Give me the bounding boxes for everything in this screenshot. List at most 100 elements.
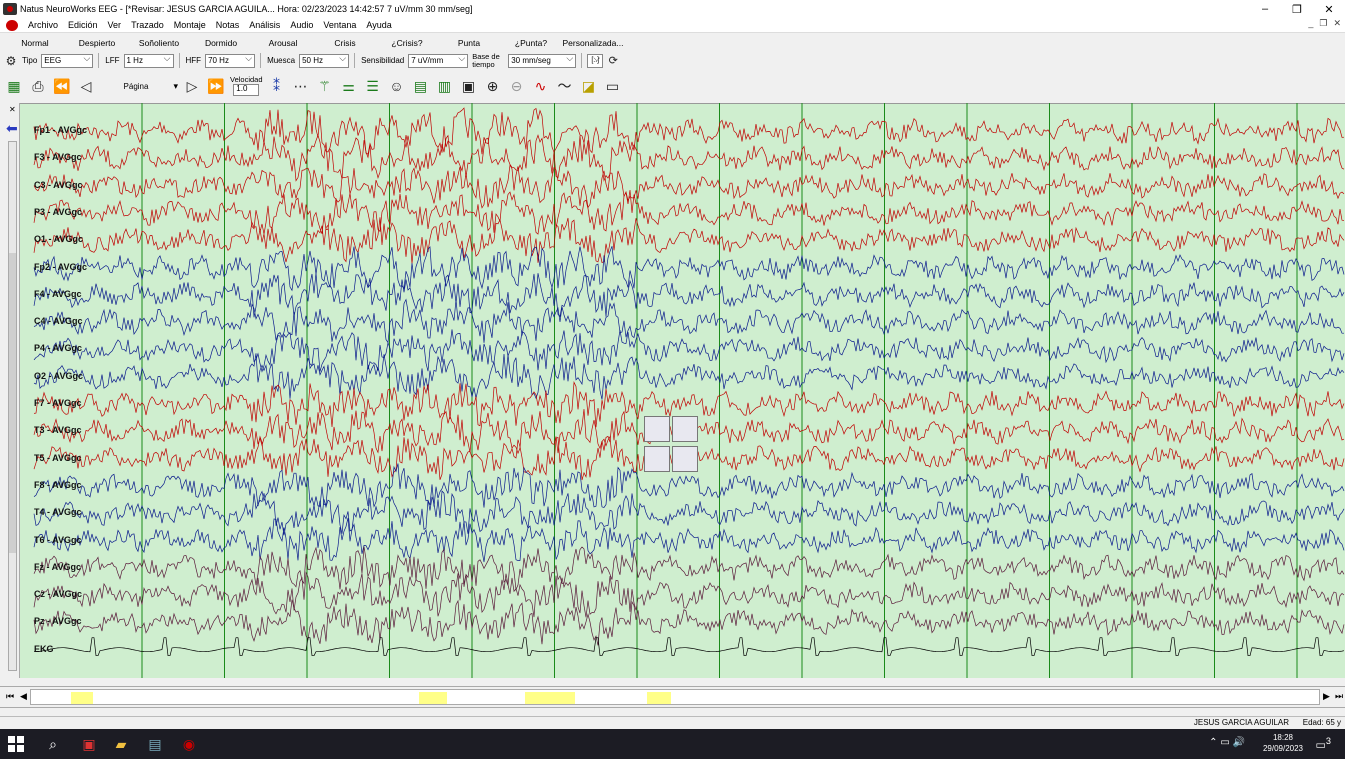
menu-ver[interactable]: Ver <box>103 20 127 30</box>
window-controls: – ❐ ✕ <box>1249 0 1345 18</box>
tipo-select[interactable]: EEG <box>41 53 94 68</box>
menu-edicion[interactable]: Edición <box>63 20 103 30</box>
velocidad-input[interactable]: 1.0 <box>233 84 260 96</box>
velocidad-label: Velocidad <box>230 75 263 84</box>
title-bar: Natus NeuroWorks EEG - [*Revisar: JESUS … <box>0 0 1345 18</box>
forward-fast-icon[interactable]: ⏩ <box>206 76 226 96</box>
wave-measure-icon[interactable]: ∿ <box>531 76 551 96</box>
timeline-end-icon[interactable]: ⏭ <box>1335 691 1343 702</box>
video-camera-icon[interactable]: ⎙ <box>28 76 48 96</box>
sensibilidad-select[interactable]: 7 uV/mm <box>408 53 469 68</box>
system-tray-icons[interactable]: ⌃ ▭ 🔊 <box>1209 737 1245 748</box>
window-title: Natus NeuroWorks EEG - [*Revisar: JESUS … <box>20 4 473 14</box>
chart-icon[interactable] <box>672 416 698 442</box>
rewind-fast-icon[interactable]: ⏪ <box>52 76 72 96</box>
eeg-trace <box>33 134 1345 182</box>
document-icon[interactable] <box>6 19 18 31</box>
preset-crisis-q[interactable]: ¿Crisis? <box>376 38 438 48</box>
refresh-icon[interactable]: ⟳ <box>606 54 620 68</box>
trace-view-icon[interactable]: ☰ <box>363 76 383 96</box>
eeg-trace <box>33 329 1345 373</box>
close-button[interactable]: ✕ <box>1313 0 1345 18</box>
settings-gear-icon[interactable]: ⚙ <box>4 54 18 68</box>
spectrum-icon[interactable]: ▤ <box>411 76 431 96</box>
menu-trazado[interactable]: Trazado <box>126 20 169 30</box>
menu-montaje[interactable]: Montaje <box>169 20 211 30</box>
lff-select[interactable]: 1 Hz <box>123 53 174 68</box>
eeg-trace <box>33 217 1345 264</box>
minimize-button[interactable]: – <box>1249 0 1281 18</box>
menu-audio[interactable]: Audio <box>285 20 318 30</box>
person-icon[interactable]: ☺ <box>387 76 407 96</box>
image-icon[interactable] <box>644 446 670 472</box>
muesca-select[interactable]: 50 Hz <box>299 53 350 68</box>
forward-page-icon[interactable]: ▷ <box>182 76 202 96</box>
wave-cursor-icon[interactable]: 〜 <box>555 76 575 96</box>
zoom-in-icon[interactable]: ⊕ <box>483 76 503 96</box>
restore-button[interactable]: ❐ <box>1281 0 1313 18</box>
menu-ayuda[interactable]: Ayuda <box>361 20 396 30</box>
folder-icon[interactable]: ▰ <box>112 735 130 753</box>
back-arrow-icon[interactable]: ⬅ <box>6 121 19 135</box>
monitor-icon[interactable]: ▭ <box>603 76 623 96</box>
preset-sonoliento[interactable]: Soñoliento <box>128 38 190 48</box>
rewind-page-icon[interactable]: ◁ <box>76 76 96 96</box>
timeline-next-icon[interactable]: ▶ <box>1323 691 1330 702</box>
window-icon[interactable]: ▤ <box>146 735 164 753</box>
preset-arousal[interactable]: Arousal <box>252 38 314 48</box>
timeline-event[interactable] <box>71 692 93 704</box>
base-tiempo-select[interactable]: 30 mm/seg <box>508 53 577 68</box>
montage-editor-icon[interactable]: ⚚ <box>315 76 335 96</box>
timeline-event[interactable] <box>525 692 575 704</box>
menu-notas[interactable]: Notas <box>211 20 245 30</box>
montage-grid-icon[interactable]: ▦ <box>4 76 24 96</box>
zoom-out-icon[interactable]: ⊖ <box>507 76 527 96</box>
eeg-trace <box>33 546 1345 591</box>
notification-icon[interactable]: ▭3 <box>1316 736 1332 752</box>
mdi-close-button[interactable]: ✕ <box>1333 18 1341 29</box>
timeline-event[interactable] <box>647 692 671 704</box>
mdi-minimize-button[interactable]: _ <box>1308 18 1313 29</box>
menu-bar: Archivo Edición Ver Trazado Montaje Nota… <box>0 18 1345 33</box>
base-tiempo-label: Base de tiempo <box>472 51 500 69</box>
patient-age: Edad: 65 y <box>1302 718 1341 727</box>
app-icon[interactable]: ▣ <box>80 735 98 753</box>
page-select[interactable]: Página <box>100 78 178 94</box>
bracket-button[interactable]: [..] <box>587 53 604 68</box>
search-icon[interactable]: ⌕ <box>44 735 62 753</box>
timeline-start-icon[interactable]: ⏮ <box>6 691 14 702</box>
scrollbar-thumb[interactable] <box>9 253 16 553</box>
neuroworks-icon[interactable]: ◉ <box>180 735 198 753</box>
timeline-bar: ⏮ ◀ ▶ ⏭ <box>0 686 1345 708</box>
channel-scroll-strip: ✕ ⬅ <box>4 103 20 678</box>
calendar-icon[interactable] <box>644 416 670 442</box>
menu-archivo[interactable]: Archivo <box>23 20 63 30</box>
note-icon[interactable]: ◪ <box>579 76 599 96</box>
preset-crisis[interactable]: Crisis <box>314 38 376 48</box>
menu-analisis[interactable]: Análisis <box>244 20 285 30</box>
preset-dormido[interactable]: Dormido <box>190 38 252 48</box>
marker-icon[interactable]: ⋯ <box>291 76 311 96</box>
channel-layout-icon[interactable]: ⚌ <box>339 76 359 96</box>
close-icon[interactable]: ✕ <box>9 105 16 114</box>
menu-ventana[interactable]: Ventana <box>318 20 361 30</box>
preset-despierto[interactable]: Despierto <box>66 38 128 48</box>
preset-personalizada[interactable]: Personalizada... <box>562 38 624 48</box>
preset-normal[interactable]: Normal <box>4 38 66 48</box>
muesca-label: Muesca <box>267 56 296 65</box>
timeline-track[interactable] <box>30 689 1320 705</box>
preset-punta[interactable]: Punta <box>438 38 500 48</box>
analysis-icon[interactable]: ▣ <box>459 76 479 96</box>
settings-toolbar: ⚙ Tipo EEG LFF 1 Hz HFF 70 Hz Muesca 50 … <box>4 51 620 70</box>
play-icon[interactable]: ⁑ <box>267 76 287 96</box>
grid-icon[interactable] <box>672 446 698 472</box>
timeline-event[interactable] <box>419 692 447 704</box>
clock[interactable]: 18:28 29/09/2023 <box>1263 732 1303 754</box>
start-icon[interactable] <box>8 736 24 752</box>
eeg-trace <box>33 599 1345 646</box>
report-icon[interactable]: ▥ <box>435 76 455 96</box>
hff-select[interactable]: 70 Hz <box>205 53 256 68</box>
timeline-prev-icon[interactable]: ◀ <box>20 691 27 702</box>
mdi-restore-button[interactable]: ❐ <box>1319 18 1327 29</box>
preset-punta-q[interactable]: ¿Punta? <box>500 38 562 48</box>
